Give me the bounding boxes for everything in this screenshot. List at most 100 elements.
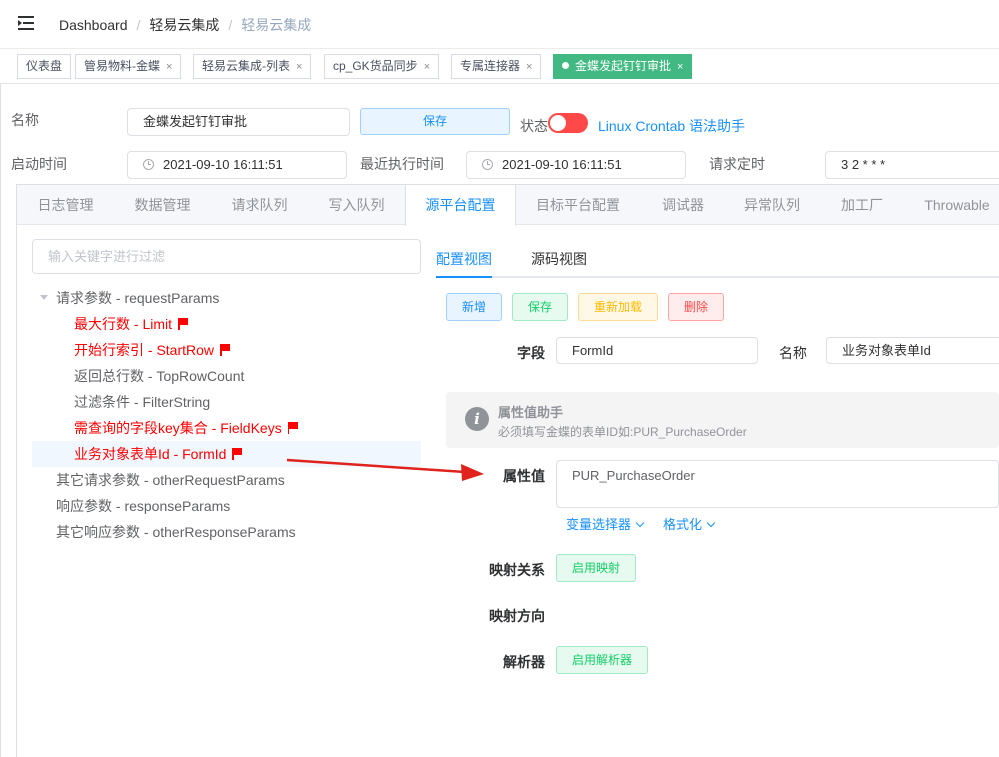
mapping-label: 映射关系 (489, 562, 545, 578)
status-toggle[interactable] (548, 113, 588, 133)
tab-exception-queue[interactable]: 异常队列 (726, 185, 818, 225)
parser-label: 解析器 (503, 654, 545, 670)
left-divider (0, 84, 1, 757)
chevron-down-icon (706, 518, 716, 528)
breadcrumb-integration[interactable]: 轻易云集成 (149, 17, 219, 33)
crontab-help-link[interactable]: Linux Crontab 语法助手 (598, 116, 745, 136)
close-icon[interactable]: × (424, 61, 430, 73)
add-button[interactable]: 新增 (446, 293, 502, 321)
tag-kingdee-dingtalk[interactable]: 金蝶发起钉钉审批 × (553, 54, 693, 79)
subtab-active-bar (436, 276, 492, 278)
tag-label: 轻易云集成-列表 (202, 59, 290, 73)
flag-icon (220, 344, 231, 356)
enable-parser-button[interactable]: 启用解析器 (556, 646, 648, 674)
tag-gk-sync[interactable]: cp_GK货品同步 × (324, 54, 440, 79)
helper-title: 属性值助手 (498, 405, 564, 420)
close-icon[interactable]: × (526, 61, 532, 73)
tags-view-bar: 仪表盘 管易物料-金蝶 × 轻易云集成-列表 × cp_GK货品同步 × 专属连接器 ×… (0, 48, 999, 84)
helper-alert: i 属性值助手 必须填写金蝶的表单ID如:PUR_PurchaseOrder (446, 392, 999, 448)
tab-factory[interactable]: 加工厂 (818, 185, 906, 225)
last-exec-label: 最近执行时间 (360, 156, 444, 172)
tree-node-fieldkeys[interactable]: 需查询的字段key集合 - FieldKeys (32, 415, 421, 441)
enable-mapping-button[interactable]: 启用映射 (556, 554, 636, 582)
tree-node-label: 响应参数 - responseParams (56, 498, 231, 514)
top-navbar: Dashboard / 轻易云集成 / 轻易云集成 (0, 0, 999, 48)
hamburger-menu-icon[interactable] (18, 16, 34, 30)
tag-dashboard[interactable]: 仪表盘 (17, 54, 72, 79)
tree-node-toprowcount[interactable]: 返回总行数 - TopRowCount (32, 363, 421, 389)
tab-source-view[interactable]: 源码视图 (531, 249, 587, 269)
tag-label: 金蝶发起钉钉审批 (575, 59, 672, 73)
close-icon[interactable]: × (166, 61, 172, 73)
tree-node-startrow[interactable]: 开始行索引 - StartRow (32, 337, 421, 363)
tag-connector[interactable]: 专属连接器 × (451, 54, 542, 79)
flag-icon (178, 318, 188, 330)
close-icon[interactable]: × (677, 61, 683, 73)
reload-button[interactable]: 重新加载 (578, 293, 658, 321)
tree-node-label: 需查询的字段key集合 - FieldKeys (74, 420, 282, 436)
tree-node-label: 业务对象表单Id - FormId (74, 446, 227, 462)
format-label: 格式化 (663, 517, 703, 532)
field-name-input[interactable]: 业务对象表单Id (826, 337, 999, 364)
tree-node-request-params[interactable]: 请求参数 - requestParams (32, 285, 421, 311)
close-icon[interactable]: × (296, 61, 302, 73)
active-dot-icon (562, 62, 569, 69)
delete-button[interactable]: 删除 (668, 293, 724, 321)
chevron-down-icon (635, 518, 645, 528)
tag-guanyi-material[interactable]: 管易物料-金蝶 × (75, 54, 182, 79)
last-exec-input[interactable]: 2021-09-10 16:11:51 (466, 151, 686, 179)
tab-write-queue[interactable]: 写入队列 (308, 185, 405, 225)
breadcrumb-dashboard[interactable]: Dashboard (59, 17, 128, 33)
tab-debugger[interactable]: 调试器 (640, 185, 726, 225)
tab-target-config[interactable]: 目标平台配置 (522, 185, 634, 225)
tree-node-other-request-params[interactable]: 其它请求参数 - otherRequestParams (32, 467, 421, 493)
tab-throwable[interactable]: Throwable (906, 185, 999, 225)
tree-filter-input[interactable]: 输入关键字进行过滤 (32, 239, 421, 274)
flag-icon (232, 448, 243, 460)
tree-node-label: 返回总行数 - TopRowCount (74, 368, 245, 384)
tag-integration-list[interactable]: 轻易云集成-列表 × (193, 54, 312, 79)
helper-description: 必须填写金蝶的表单ID如:PUR_PurchaseOrder (498, 425, 747, 439)
clock-icon (482, 159, 493, 170)
tree-node-response-params[interactable]: 响应参数 - responseParams (32, 493, 421, 519)
start-time-input[interactable]: 2021-09-10 16:11:51 (127, 151, 347, 179)
subtab-divider (436, 276, 999, 278)
tab-source-config[interactable]: 源平台配置 (405, 185, 516, 226)
tag-label: cp_GK货品同步 (333, 59, 418, 73)
clock-icon (143, 159, 154, 170)
cron-input[interactable]: 3 2 * * * (825, 151, 999, 179)
field-input[interactable]: FormId (556, 337, 758, 364)
save-button[interactable]: 保存 (360, 108, 510, 135)
tree-node-other-response-params[interactable]: 其它响应参数 - otherResponseParams (32, 519, 421, 545)
caret-down-icon[interactable] (40, 295, 48, 300)
cron-label: 请求定时 (709, 156, 765, 172)
breadcrumb: Dashboard / 轻易云集成 / 轻易云集成 (59, 17, 312, 33)
tab-log[interactable]: 日志管理 (17, 185, 114, 225)
save-config-button[interactable]: 保存 (512, 293, 568, 321)
status-label: 状态 (520, 118, 548, 134)
start-time-value: 2021-09-10 16:11:51 (163, 157, 283, 172)
name-label: 名称 (11, 112, 39, 128)
tree-node-formid[interactable]: 业务对象表单Id - FormId (32, 441, 421, 467)
breadcrumb-current: 轻易云集成 (241, 17, 312, 33)
field-label: 字段 (517, 345, 545, 361)
value-textarea[interactable]: PUR_PurchaseOrder (556, 460, 999, 508)
tree-node-filterstring[interactable]: 过滤条件 - FilterString (32, 389, 421, 415)
tag-label: 仪表盘 (26, 59, 63, 73)
format-dropdown[interactable]: 格式化 (663, 514, 716, 533)
tree-node-label: 其它请求参数 - otherRequestParams (56, 472, 285, 488)
tab-data[interactable]: 数据管理 (114, 185, 211, 225)
name-input[interactable]: 金蝶发起钉钉审批 (127, 108, 350, 136)
tab-request-queue[interactable]: 请求队列 (211, 185, 308, 225)
last-exec-value: 2021-09-10 16:11:51 (502, 157, 622, 172)
main-tab-header: 日志管理 数据管理 请求队列 写入队列 源平台配置 目标平台配置 调试器 异常队… (17, 185, 999, 226)
toggle-knob (550, 115, 566, 131)
tree-node-limit[interactable]: 最大行数 - Limit (32, 311, 421, 337)
info-icon: i (465, 407, 489, 431)
variable-selector-dropdown[interactable]: 变量选择器 (566, 514, 645, 533)
tab-config-view[interactable]: 配置视图 (436, 249, 492, 269)
flag-icon (287, 422, 298, 434)
variable-selector-label: 变量选择器 (566, 517, 632, 532)
mapping-direction-label: 映射方向 (489, 608, 545, 624)
tree-node-label: 其它响应参数 - otherResponseParams (56, 524, 296, 540)
